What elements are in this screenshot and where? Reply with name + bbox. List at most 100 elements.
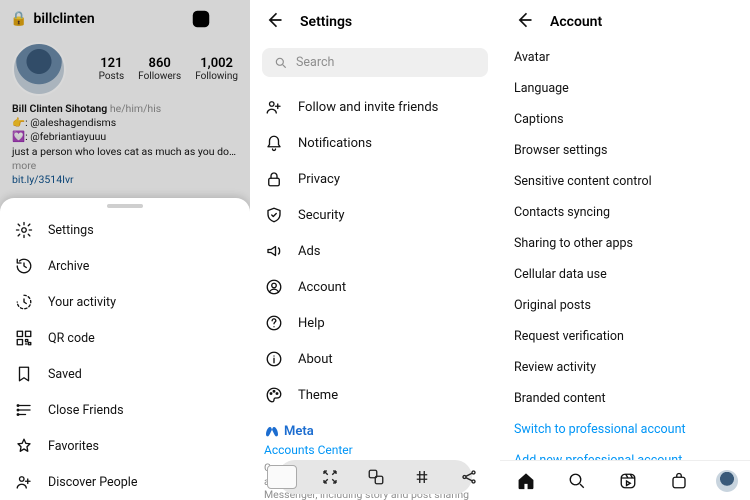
sheet-item-saved[interactable]: Saved — [0, 356, 250, 392]
meta-brand-text: Meta — [284, 424, 314, 439]
stat-posts-label: Posts — [99, 71, 125, 82]
bio-link[interactable]: bit.ly/3514Ivr — [12, 173, 74, 186]
settings-item-label: Follow and invite friends — [298, 100, 438, 115]
account-panel: Account AvatarLanguageCaptionsBrowser se… — [500, 0, 750, 500]
profile-with-sheet-panel: 🔒 billclinten 121 Posts 860 Followers — [0, 0, 250, 500]
settings-item-privacy[interactable]: Privacy — [250, 161, 500, 197]
archive-icon — [14, 256, 34, 276]
settings-item-label: Account — [298, 280, 346, 295]
grabber-handle[interactable] — [107, 204, 143, 208]
account-item[interactable]: Captions — [514, 104, 736, 135]
create-icon[interactable] — [190, 8, 212, 30]
privacy-icon — [264, 169, 284, 189]
account-item[interactable]: Original posts — [514, 290, 736, 321]
sheet-item-discover[interactable]: Discover People — [0, 464, 250, 500]
account-item[interactable]: Sensitive content control — [514, 166, 736, 197]
settings-item-security[interactable]: Security — [250, 197, 500, 233]
nav-profile-avatar[interactable] — [716, 470, 738, 492]
account-item[interactable]: Avatar — [514, 42, 736, 73]
stat-following[interactable]: 1,002 Following — [195, 56, 238, 82]
settings-item-label: Help — [298, 316, 325, 331]
sheet-item-label: Close Friends — [48, 403, 124, 418]
settings-item-ads[interactable]: Ads — [250, 233, 500, 269]
account-link[interactable]: Switch to professional account — [514, 414, 736, 445]
stat-followers-num: 860 — [138, 56, 181, 71]
sheet-item-qr[interactable]: QR code — [0, 320, 250, 356]
account-topbar: Account — [500, 0, 750, 42]
meta-logo: Meta — [264, 423, 486, 439]
help-icon — [264, 313, 284, 333]
search-input[interactable]: Search — [262, 48, 488, 77]
hamburger-icon[interactable] — [218, 8, 240, 30]
profile-header: 🔒 billclinten — [0, 0, 250, 38]
sheet-item-favorites[interactable]: Favorites — [0, 428, 250, 464]
avatar[interactable] — [12, 42, 66, 96]
stat-posts-num: 121 — [99, 56, 125, 71]
notifications-icon — [264, 133, 284, 153]
account-icon — [264, 277, 284, 297]
settings-icon — [14, 220, 34, 240]
settings-item-label: Theme — [298, 388, 338, 403]
follow-icon — [264, 97, 284, 117]
nav-search-icon[interactable] — [563, 467, 591, 495]
search-placeholder: Search — [296, 55, 334, 70]
qr-icon — [14, 328, 34, 348]
bio-line4: just a person who loves cat as much as y… — [12, 145, 236, 158]
theme-icon — [264, 385, 284, 405]
ads-icon — [264, 241, 284, 261]
settings-topbar: Settings — [250, 0, 500, 42]
settings-item-notifications[interactable]: Notifications — [250, 125, 500, 161]
settings-item-label: Security — [298, 208, 345, 223]
sheet-menu: Settings Archive Your activity QR code Saved… — [0, 210, 250, 500]
account-item[interactable]: Browser settings — [514, 135, 736, 166]
toolbar-hash-icon[interactable] — [408, 463, 436, 491]
account-item[interactable]: Contacts syncing — [514, 197, 736, 228]
lock-icon: 🔒 — [10, 11, 27, 27]
settings-item-about[interactable]: About — [250, 341, 500, 377]
nav-reels-icon[interactable] — [614, 467, 642, 495]
stat-posts[interactable]: 121 Posts — [99, 56, 125, 82]
account-item[interactable]: Branded content — [514, 383, 736, 414]
back-arrow-icon[interactable] — [264, 10, 284, 34]
settings-item-label: Ads — [298, 244, 321, 259]
settings-item-follow[interactable]: Follow and invite friends — [250, 89, 500, 125]
username-label[interactable]: billclinten — [33, 11, 184, 27]
account-item[interactable]: Sharing to other apps — [514, 228, 736, 259]
settings-item-help[interactable]: Help — [250, 305, 500, 341]
bio-more[interactable]: more — [12, 159, 36, 172]
activity-icon — [14, 292, 34, 312]
bio-line2: 👉: @aleshagendisms — [12, 116, 116, 129]
toolbar-translate-icon[interactable] — [362, 463, 390, 491]
account-item[interactable]: Language — [514, 73, 736, 104]
settings-item-account[interactable]: Account — [250, 269, 500, 305]
sheet-item-label: Archive — [48, 259, 89, 274]
sheet-item-label: Favorites — [48, 439, 99, 454]
about-icon — [264, 349, 284, 369]
favorites-icon — [14, 436, 34, 456]
settings-item-theme[interactable]: Theme — [250, 377, 500, 413]
nav-home-icon[interactable] — [512, 467, 540, 495]
account-item[interactable]: Cellular data use — [514, 259, 736, 290]
sheet-item-label: Saved — [48, 367, 82, 382]
sheet-item-closefriends[interactable]: Close Friends — [0, 392, 250, 428]
sheet-item-settings[interactable]: Settings — [0, 212, 250, 248]
toolbar-share-icon[interactable] — [455, 463, 483, 491]
toolbar-recents-icon[interactable] — [267, 465, 297, 489]
settings-item-label: Notifications — [298, 136, 372, 151]
account-item[interactable]: Review activity — [514, 352, 736, 383]
display-name: Bill Clinten Sihotang — [12, 102, 107, 115]
nav-shop-icon[interactable] — [665, 467, 693, 495]
settings-item-label: About — [298, 352, 333, 367]
bottom-toolbar — [250, 454, 500, 500]
stat-following-num: 1,002 — [195, 56, 238, 71]
toolbar-expand-icon[interactable] — [316, 463, 344, 491]
account-item[interactable]: Request verification — [514, 321, 736, 352]
stat-followers[interactable]: 860 Followers — [138, 56, 181, 82]
sheet-item-label: Settings — [48, 223, 94, 238]
back-arrow-icon[interactable] — [514, 10, 534, 34]
sheet-item-activity[interactable]: Your activity — [0, 284, 250, 320]
sheet-item-archive[interactable]: Archive — [0, 248, 250, 284]
sheet-item-label: QR code — [48, 331, 95, 346]
security-icon — [264, 205, 284, 225]
saved-icon — [14, 364, 34, 384]
